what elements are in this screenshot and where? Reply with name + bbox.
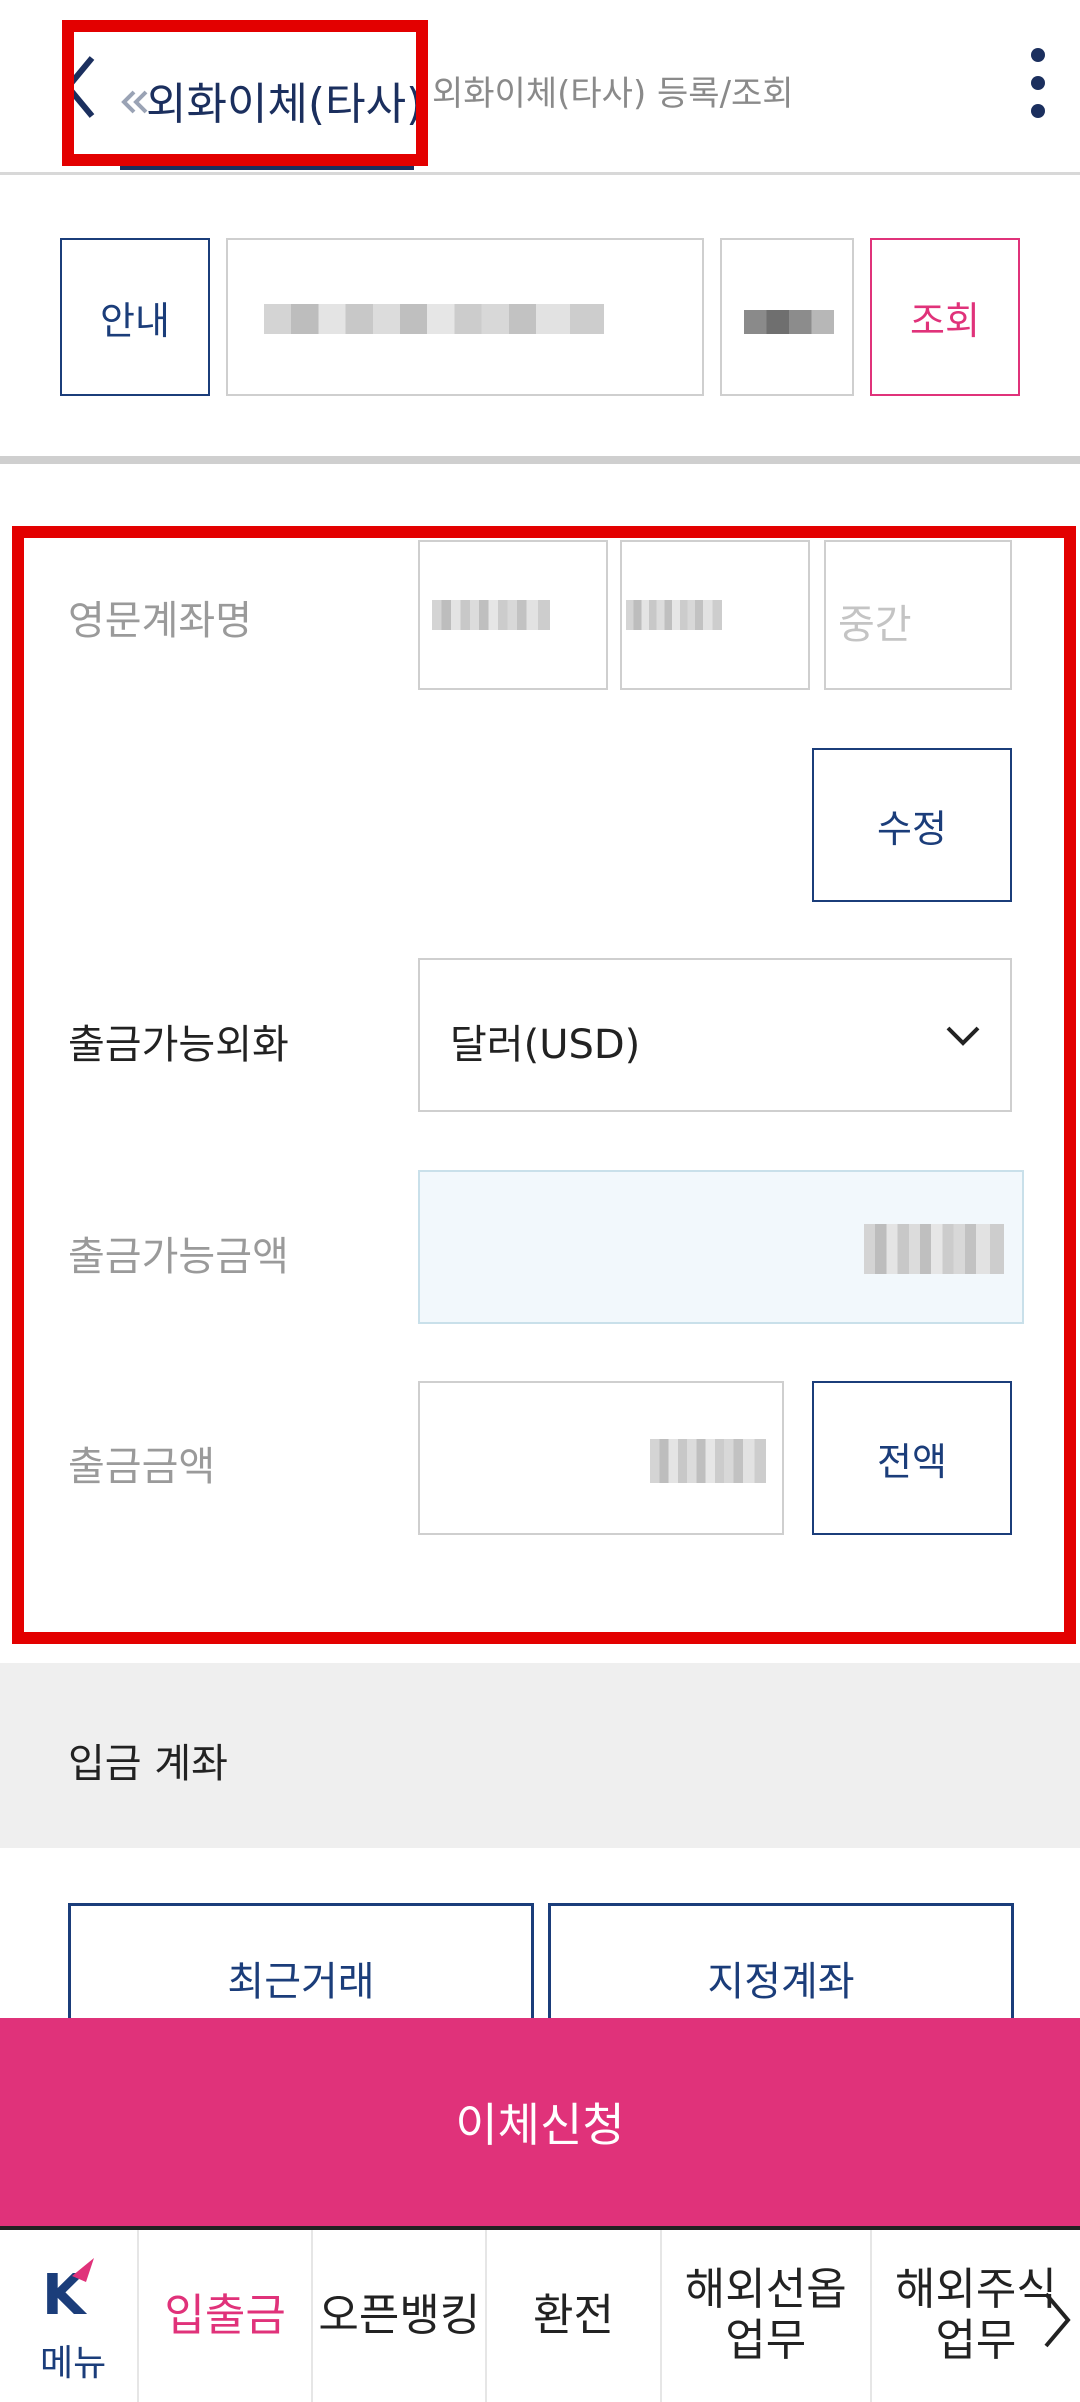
bottom-nav: K 메뉴 입출금 오픈뱅킹 환전 해외선옵 업무 해외주식 업무 (0, 2226, 1080, 2402)
transfer-request-button[interactable]: 이체신청 (0, 2018, 1080, 2226)
menu-button[interactable]: K 메뉴 (0, 2230, 140, 2402)
nav-item-deposit-withdraw[interactable]: 입출금 (139, 2230, 314, 2402)
nav-item-exchange[interactable]: 환전 (487, 2230, 662, 2402)
deposit-section-header: 입금 계좌 (0, 1663, 1080, 1848)
k-logo-icon: K (42, 2258, 94, 2326)
nav-item-open-banking[interactable]: 오픈뱅킹 (313, 2230, 488, 2402)
guide-button[interactable]: 안내 (60, 238, 210, 396)
masked-account-number (264, 304, 604, 334)
account-suffix-field[interactable] (720, 238, 854, 396)
chevron-right-icon[interactable] (1040, 2290, 1074, 2350)
masked-account-suffix (744, 310, 834, 334)
section-divider (0, 456, 1080, 464)
highlight-box (62, 20, 428, 166)
menu-label: 메뉴 (40, 2343, 107, 2384)
highlight-box (12, 526, 1076, 1644)
vertical-dots-icon[interactable] (1024, 42, 1052, 122)
nav-item-overseas-futures[interactable]: 해외선옵 업무 (662, 2230, 872, 2402)
query-button[interactable]: 조회 (870, 238, 1020, 396)
account-number-field[interactable] (226, 238, 704, 396)
deposit-title: 입금 계좌 (68, 1741, 228, 1787)
tab-foreign-transfer-register[interactable]: 외화이체(타사) 등록/조회 (432, 66, 794, 115)
